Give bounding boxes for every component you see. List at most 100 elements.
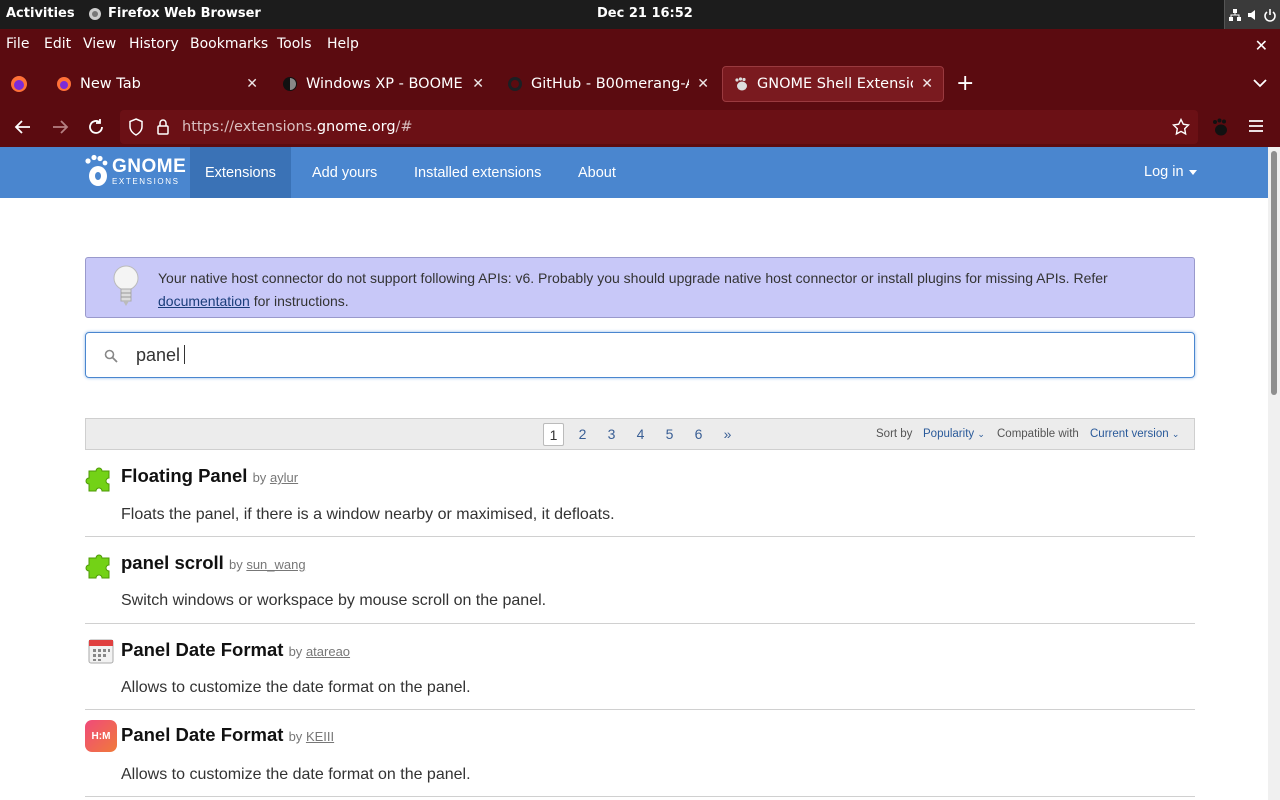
author-link[interactable]: aylur [270,470,298,485]
page-3[interactable]: 3 [601,423,622,446]
firefox-view-icon[interactable] [10,75,28,93]
back-arrow-icon[interactable] [14,118,32,136]
extension-description: Allows to customize the date format on t… [121,766,471,783]
power-icon [1264,8,1276,22]
page-5[interactable]: 5 [659,423,680,446]
page-6[interactable]: 6 [688,423,709,446]
extension-name[interactable]: panel scroll [121,552,224,573]
clock[interactable]: Dec 21 16:52 [597,6,693,21]
nav-bar: https://extensions.gnome.org/# [0,107,1280,147]
tab-close-icon[interactable]: ✕ [697,76,709,92]
connector-warning: Your native host connector do not suppor… [85,257,1195,318]
network-icon [1229,8,1242,21]
tab-gnome-extensions[interactable]: GNOME Shell Extensions ✕ [722,66,944,102]
system-tray[interactable] [1224,0,1280,29]
forward-arrow-icon[interactable] [51,118,69,136]
text-caret [184,345,186,364]
tab-windows-xp[interactable]: Windows XP - BOOMERA ✕ [272,66,494,102]
sort-dropdown[interactable]: Popularity ⌄ [923,428,985,440]
documentation-link[interactable]: documentation [158,293,250,309]
page-next[interactable]: » [717,423,738,446]
url-suffix: /# [395,119,413,135]
compat-dropdown[interactable]: Current version ⌄ [1090,428,1179,440]
logo-main-text: GNOME [112,155,187,177]
bookmark-star-icon[interactable] [1172,118,1190,136]
menu-tools[interactable]: Tools [277,36,312,52]
page-4[interactable]: 4 [630,423,651,446]
extension-title[interactable]: Floating Panel by aylur [121,465,298,487]
nav-add-yours[interactable]: Add yours [297,147,392,198]
app-name: Firefox Web Browser [108,6,261,21]
by-label: by [252,470,267,485]
tab-github[interactable]: GitHub - B00merang-Artw ✕ [497,66,719,102]
chevron-down-icon: ⌄ [1171,429,1180,439]
by-label: by [288,644,303,659]
site-header: GNOME EXTENSIONS Extensions Add yours In… [0,147,1268,198]
search-field[interactable]: panel [85,332,1195,378]
list-item: Panel Date Format by atareao Allows to c… [85,635,1195,710]
menu-view[interactable]: View [83,36,116,52]
warning-text: Your native host connector do not suppor… [158,267,1168,313]
url-domain: gnome.org [316,119,396,135]
hm-icon: H:M [85,720,117,752]
lightbulb-icon [113,265,139,306]
lock-icon[interactable] [156,118,170,136]
gnome-foot-tab-icon [735,77,747,91]
page-1[interactable]: 1 [543,423,564,446]
search-value: panel [136,345,181,365]
page-2[interactable]: 2 [572,423,593,446]
new-tab-button[interactable]: + [956,71,974,96]
list-tabs-chevron-icon[interactable] [1252,77,1268,89]
page-scrollbar[interactable] [1268,147,1280,800]
menu-edit[interactable]: Edit [44,36,71,52]
extension-name[interactable]: Panel Date Format [121,724,283,745]
app-menu[interactable]: Firefox Web Browser [88,6,261,21]
warning-after: for instructions. [253,293,349,309]
list-item: H:M Panel Date Format by KEIII Allows to… [85,720,1195,797]
activities-button[interactable]: Activities [6,6,75,21]
extension-name[interactable]: Panel Date Format [121,639,283,660]
list-item: Floating Panel by aylur Floats the panel… [85,461,1195,537]
nav-extensions[interactable]: Extensions [190,147,291,198]
tab-close-icon[interactable]: ✕ [472,76,484,92]
login-button[interactable]: Log in [1144,164,1197,180]
tab-title: GitHub - B00merang-Artw [531,76,689,92]
search-input[interactable]: panel [136,345,186,366]
nav-installed-extensions[interactable]: Installed extensions [399,147,556,198]
author-line: by sun_wang [229,557,306,572]
author-link[interactable]: atareao [306,644,350,659]
window-close-button[interactable]: ✕ [1255,36,1268,55]
logo-sub-text: EXTENSIONS [112,176,180,186]
extension-title[interactable]: Panel Date Format by atareao [121,639,350,661]
menu-bookmarks[interactable]: Bookmarks [190,36,268,52]
menu-file[interactable]: File [6,36,29,52]
author-link[interactable]: KEIII [306,729,334,744]
author-line: by aylur [253,470,299,485]
extension-title[interactable]: Panel Date Format by KEIII [121,724,334,746]
extension-name[interactable]: Floating Panel [121,465,247,486]
url-bar[interactable]: https://extensions.gnome.org/# [120,110,1198,144]
tab-new-tab[interactable]: New Tab ✕ [46,66,268,102]
gnome-logo[interactable]: GNOME EXTENSIONS [84,154,186,188]
author-link[interactable]: sun_wang [246,557,305,572]
author-line: by atareao [289,644,350,659]
tab-close-icon[interactable]: ✕ [246,76,258,92]
scrollbar-thumb[interactable] [1271,151,1277,395]
gnome-extension-toolbar-icon[interactable] [1211,117,1229,137]
compat-value: Current version [1090,428,1169,440]
github-tab-icon [508,77,522,91]
warning-message: Your native host connector do not suppor… [158,270,1108,286]
tab-close-icon[interactable]: ✕ [921,76,933,92]
menu-history[interactable]: History [129,36,179,52]
extension-title[interactable]: panel scroll by sun_wang [121,552,306,574]
shield-icon[interactable] [128,118,144,136]
menu-help[interactable]: Help [327,36,359,52]
boomerang-tab-icon [283,77,297,91]
tab-title: New Tab [80,76,141,92]
gnome-foot-logo-icon [85,154,108,186]
extension-description: Floats the panel, if there is a window n… [121,506,615,523]
by-label: by [228,557,243,572]
hamburger-menu-icon[interactable] [1248,119,1264,133]
nav-about[interactable]: About [563,147,631,198]
reload-icon[interactable] [87,118,105,136]
